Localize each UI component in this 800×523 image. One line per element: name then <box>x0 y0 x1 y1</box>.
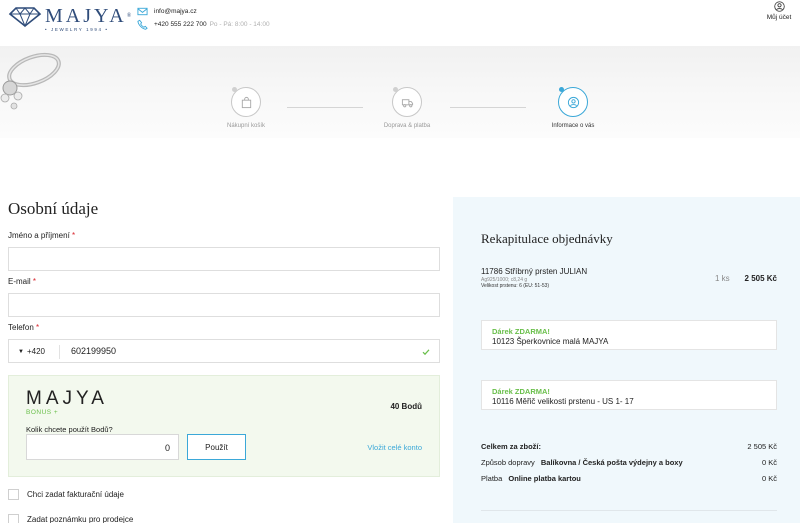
brand-tagline: • JEWELRY 1994 • <box>45 27 109 32</box>
total-value: 2 505 Kč <box>747 442 777 451</box>
brand-reg-mark: ® <box>126 13 135 19</box>
bonus-subtitle: BONUS + <box>26 409 59 416</box>
check-icon <box>422 349 430 356</box>
step-cart[interactable]: Nákupní košík <box>191 87 301 129</box>
apply-points-button[interactable]: Použít <box>187 434 246 460</box>
product-name: 11786 Stříbrný prsten JULIAN <box>481 267 588 276</box>
gift-item: Dárek ZDARMA! 10116 Měřič velikosti prst… <box>481 380 777 410</box>
summary-divider <box>481 510 777 511</box>
step-shipping[interactable]: Doprava & platba <box>352 87 462 129</box>
gift-tag: Dárek ZDARMA! <box>492 327 550 336</box>
product-meta: Ag925/1000; c8,24 g Velikost prstenu: 6 … <box>481 277 549 289</box>
bonus-points-input[interactable]: 0 <box>26 434 179 460</box>
checkout-steps-banner: Nákupní košík Doprava & platba Informace… <box>0 46 800 138</box>
phone-prefix-value: +420 <box>26 347 45 356</box>
bag-icon <box>241 96 251 108</box>
shipping-label: Způsob dopravy <box>481 458 535 467</box>
phone-prefix-select[interactable]: ▼ +420 <box>18 347 45 356</box>
payment-method: Online platba kartou <box>508 474 581 483</box>
invoice-checkbox-label: Chci zadat fakturační údaje <box>27 490 124 499</box>
brand-logo[interactable]: MAJYA® • JEWELRY 1994 • <box>8 6 134 32</box>
gift-item: Dárek ZDARMA! 10123 Šperkovnice malá MAJ… <box>481 320 777 350</box>
gift-name: 10123 Šperkovnice malá MAJYA <box>492 337 609 346</box>
contact-phone[interactable]: +420 555 222 700 <box>154 21 207 28</box>
payment-label: Platba <box>481 474 503 483</box>
name-field[interactable] <box>8 247 440 271</box>
step-info[interactable]: Informace o vás <box>518 87 628 129</box>
total-row: Celkem za zboží: 2 505 Kč <box>481 442 777 451</box>
product-quantity: 1 ks <box>715 274 730 283</box>
caret-down-icon: ▼ <box>18 348 24 355</box>
payment-row: Platba Online platba kartou 0 Kč <box>481 474 777 483</box>
product-price: 2 505 Kč <box>744 274 777 283</box>
contact-email[interactable]: info@majya.cz <box>154 8 197 15</box>
gift-name: 10116 Měřič velikosti prstenu - US 1- 17 <box>492 397 634 406</box>
contact-hours: Po - Pá: 8:00 - 14:00 <box>209 21 270 28</box>
contact-info: info@majya.cz +420 555 222 700 Po - Pá: … <box>137 5 270 31</box>
invoice-checkbox-row[interactable]: Chci zadat fakturační údaje <box>8 489 124 500</box>
note-checkbox-label: Zadat poznámku pro prodejce <box>27 515 134 523</box>
shipping-method: Balíkovna / Česká pošta výdejny a boxy <box>540 458 683 467</box>
personal-title: Osobní údaje <box>8 199 99 218</box>
shipping-row: Způsob dopravy Balíkovna / Česká pošta v… <box>481 458 777 467</box>
name-label: Jméno a příjmení * <box>8 231 76 240</box>
ring-image <box>0 52 61 110</box>
use-all-points-link[interactable]: Vložit celé konto <box>367 443 422 452</box>
phone-icon <box>137 19 148 30</box>
user-icon <box>773 1 785 12</box>
bonus-logo: MAJYA <box>26 388 108 409</box>
bonus-box: MAJYA BONUS + 40 Bodů Kolik chcete použí… <box>8 375 440 477</box>
diamond-icon <box>8 7 42 28</box>
step-label: Doprava & platba <box>383 123 431 129</box>
order-summary-panel: Rekapitulace objednávky 11786 Stříbrný p… <box>453 197 800 523</box>
checkout-page: MAJYA® • JEWELRY 1994 • info@majya.cz +4… <box>0 0 800 523</box>
bonus-question: Kolik chcete použít Bodů? <box>26 425 113 434</box>
email-label: E-mail * <box>8 277 37 286</box>
total-label: Celkem za zboží: <box>481 442 542 451</box>
step-label: Nákupní košík <box>226 123 266 129</box>
user-icon <box>567 96 579 108</box>
mail-icon <box>137 7 148 16</box>
gift-tag: Dárek ZDARMA! <box>492 387 550 396</box>
note-checkbox-row[interactable]: Zadat poznámku pro prodejce <box>8 514 133 523</box>
bonus-points: 40 Bodů <box>390 402 422 411</box>
truck-icon <box>401 98 413 107</box>
step-label: Informace o vás <box>551 123 595 129</box>
product-size: Velikost prstenu: 6 (EU: 51-53) <box>481 283 550 289</box>
brand-name: MAJYA <box>45 5 127 27</box>
phone-label: Telefon * <box>8 323 40 332</box>
shipping-price: 0 Kč <box>761 458 777 467</box>
phone-field[interactable]: ▼ +420 602199950 <box>8 339 440 363</box>
site-header: MAJYA® • JEWELRY 1994 • info@majya.cz +4… <box>0 0 800 46</box>
invoice-checkbox[interactable] <box>8 489 19 500</box>
account-link[interactable]: Můj účet <box>761 1 797 21</box>
account-label: Můj účet <box>766 14 792 21</box>
payment-price: 0 Kč <box>761 474 777 483</box>
phone-value[interactable]: 602199950 <box>71 346 116 356</box>
phone-divider <box>59 345 60 359</box>
note-checkbox[interactable] <box>8 514 19 523</box>
summary-title: Rekapitulace objednávky <box>481 231 613 246</box>
email-field[interactable] <box>8 293 440 317</box>
